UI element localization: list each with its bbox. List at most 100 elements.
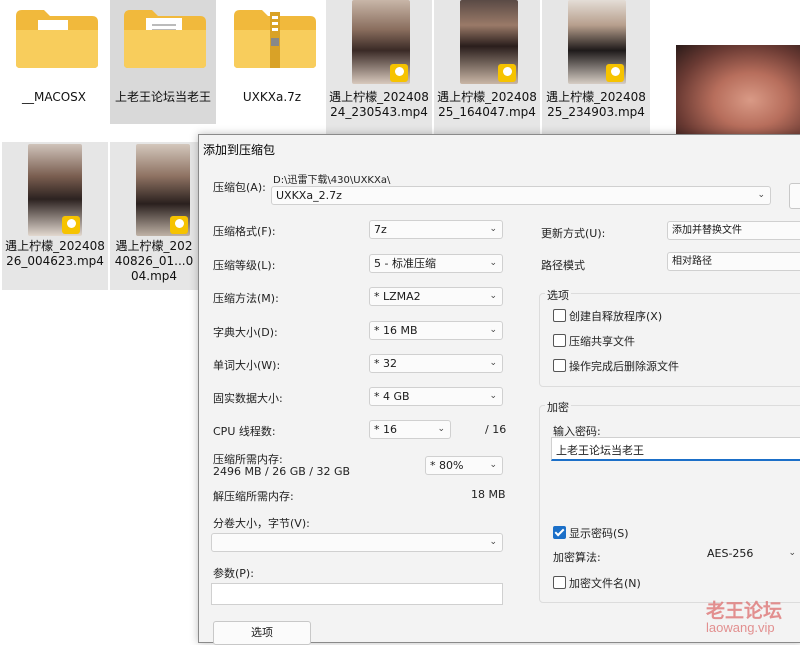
- archive-name-value: UXKXa_2.7z: [276, 189, 342, 202]
- format-select[interactable]: 7z ⌄: [369, 220, 503, 239]
- cpu-label: CPU 线程数:: [213, 425, 276, 438]
- player-icon: [62, 216, 80, 234]
- split-select[interactable]: ⌄: [211, 533, 503, 552]
- method-select[interactable]: * LZMA2 ⌄: [369, 287, 503, 306]
- method-value: * LZMA2: [374, 290, 421, 303]
- path-select[interactable]: 相对路径: [667, 252, 800, 271]
- file-name: 遇上柠檬_20240825_234903.mp4: [546, 90, 646, 119]
- show-password-label: 显示密码(S): [569, 527, 629, 540]
- dict-label: 字典大小(D):: [213, 326, 278, 339]
- delete-checkbox[interactable]: [553, 359, 566, 372]
- solid-select[interactable]: * 4 GB ⌄: [369, 387, 503, 406]
- file-name: 遇上柠檬_20240826_01...004.mp4: [114, 239, 194, 283]
- chevron-down-icon: ⌄: [489, 537, 497, 547]
- video-thumbnail: [568, 0, 626, 84]
- player-icon: [498, 64, 516, 82]
- video-thumbnail: [460, 0, 518, 84]
- password-value: 上老王论坛当老王: [556, 444, 644, 457]
- decomp-value: 18 MB: [471, 488, 506, 501]
- dialog-title: 添加到压缩包: [203, 143, 276, 157]
- zip-icon: [234, 10, 316, 68]
- chevron-down-icon: ⌄: [489, 224, 497, 234]
- chevron-down-icon: ⌄: [489, 391, 497, 401]
- file-name: 遇上柠檬_20240826_004623.mp4: [5, 239, 105, 268]
- path-label: 路径模式: [541, 259, 585, 272]
- options-button[interactable]: 选项: [213, 621, 311, 645]
- player-icon: [170, 216, 188, 234]
- level-label: 压缩等级(L):: [213, 259, 276, 272]
- chevron-down-icon: ⌄: [757, 190, 765, 200]
- video-thumbnail: [136, 144, 190, 236]
- level-select[interactable]: 5 - 标准压缩 ⌄: [369, 254, 503, 273]
- video-file-2[interactable]: 遇上柠檬_20240825_164047.mp4: [434, 0, 540, 134]
- encryption-group-title: 加密: [545, 399, 571, 415]
- level-value: 5 - 标准压缩: [374, 257, 436, 270]
- chevron-down-icon: ⌄: [437, 424, 445, 434]
- solid-label: 固实数据大小:: [213, 392, 283, 405]
- browse-button[interactable]: [789, 183, 800, 209]
- chevron-down-icon: ⌄: [489, 258, 497, 268]
- sfx-checkbox[interactable]: [553, 309, 566, 322]
- format-value: 7z: [374, 223, 387, 236]
- file-name: 遇上柠檬_20240824_230543.mp4: [329, 90, 429, 119]
- archive-name-combo[interactable]: UXKXa_2.7z ⌄: [271, 186, 771, 205]
- folder-macosx[interactable]: __MACOSX: [2, 0, 106, 140]
- update-label: 更新方式(U):: [541, 227, 606, 240]
- file-name: UXKXa.7z: [242, 90, 302, 104]
- file-name: 上老王论坛当老王: [114, 90, 211, 104]
- solid-value: * 4 GB: [374, 390, 410, 403]
- method-label: 压缩方法(M):: [213, 292, 279, 305]
- chevron-down-icon: ⌄: [788, 548, 796, 558]
- watermark-url: laowang.vip: [706, 620, 775, 635]
- folder-icon: [16, 10, 98, 68]
- mem-percent-select[interactable]: * 80% ⌄: [425, 456, 503, 475]
- archive-path: D:\迅雷下载\430\UXKXa\: [273, 175, 391, 186]
- update-value: 添加并替换文件: [672, 225, 742, 236]
- format-label: 压缩格式(F):: [213, 225, 276, 238]
- shared-checkbox[interactable]: [553, 334, 566, 347]
- video-file-1[interactable]: 遇上柠檬_20240824_230543.mp4: [326, 0, 432, 134]
- chevron-down-icon: ⌄: [489, 358, 497, 368]
- params-input[interactable]: [211, 583, 503, 605]
- show-password-checkbox[interactable]: [553, 526, 566, 539]
- cpu-value: * 16: [374, 423, 397, 436]
- split-label: 分卷大小，字节(V):: [213, 517, 310, 530]
- update-select[interactable]: 添加并替换文件: [667, 221, 800, 240]
- video-file-3[interactable]: 遇上柠檬_20240825_234903.mp4: [542, 0, 650, 134]
- chevron-down-icon: ⌄: [489, 460, 497, 470]
- video-file-5[interactable]: 遇上柠檬_20240826_01...004.mp4: [110, 142, 198, 290]
- folder-icon: [124, 10, 206, 68]
- delete-label: 操作完成后删除源文件: [569, 360, 679, 373]
- video-thumbnail: [352, 0, 410, 84]
- chevron-down-icon: ⌄: [489, 325, 497, 335]
- background-image: [676, 45, 800, 145]
- encrypt-names-checkbox[interactable]: [553, 576, 566, 589]
- dict-value: * 16 MB: [374, 324, 418, 337]
- dict-select[interactable]: * 16 MB ⌄: [369, 321, 503, 340]
- sfx-label: 创建自释放程序(X): [569, 310, 663, 323]
- add-to-archive-dialog: 添加到压缩包 压缩包(A): D:\迅雷下载\430\UXKXa\ UXKXa_…: [198, 134, 800, 645]
- chevron-down-icon: ⌄: [489, 291, 497, 301]
- enc-method-label: 加密算法:: [553, 551, 601, 564]
- enc-method-value: AES-256: [707, 547, 754, 560]
- file-7z[interactable]: UXKXa.7z: [220, 0, 324, 140]
- cpu-total: / 16: [485, 423, 507, 436]
- word-select[interactable]: * 32 ⌄: [369, 354, 503, 373]
- password-input[interactable]: 上老王论坛当老王: [551, 437, 800, 461]
- player-icon: [606, 64, 624, 82]
- watermark-text: 老王论坛: [706, 601, 783, 622]
- word-value: * 32: [374, 357, 397, 370]
- video-file-4[interactable]: 遇上柠檬_20240826_004623.mp4: [2, 142, 108, 290]
- folder-laowang[interactable]: 上老王论坛当老王: [110, 0, 216, 124]
- decomp-label: 解压缩所需内存:: [213, 490, 294, 503]
- player-icon: [390, 64, 408, 82]
- path-value: 相对路径: [672, 256, 712, 267]
- archive-label: 压缩包(A):: [213, 181, 266, 194]
- file-name: __MACOSX: [21, 90, 86, 104]
- shared-label: 压缩共享文件: [569, 335, 635, 348]
- cpu-select[interactable]: * 16 ⌄: [369, 420, 451, 439]
- enc-method-select[interactable]: AES-256 ⌄: [703, 545, 800, 564]
- params-label: 参数(P):: [213, 567, 254, 580]
- mem-percent-value: * 80%: [430, 459, 464, 472]
- word-label: 单词大小(W):: [213, 359, 281, 372]
